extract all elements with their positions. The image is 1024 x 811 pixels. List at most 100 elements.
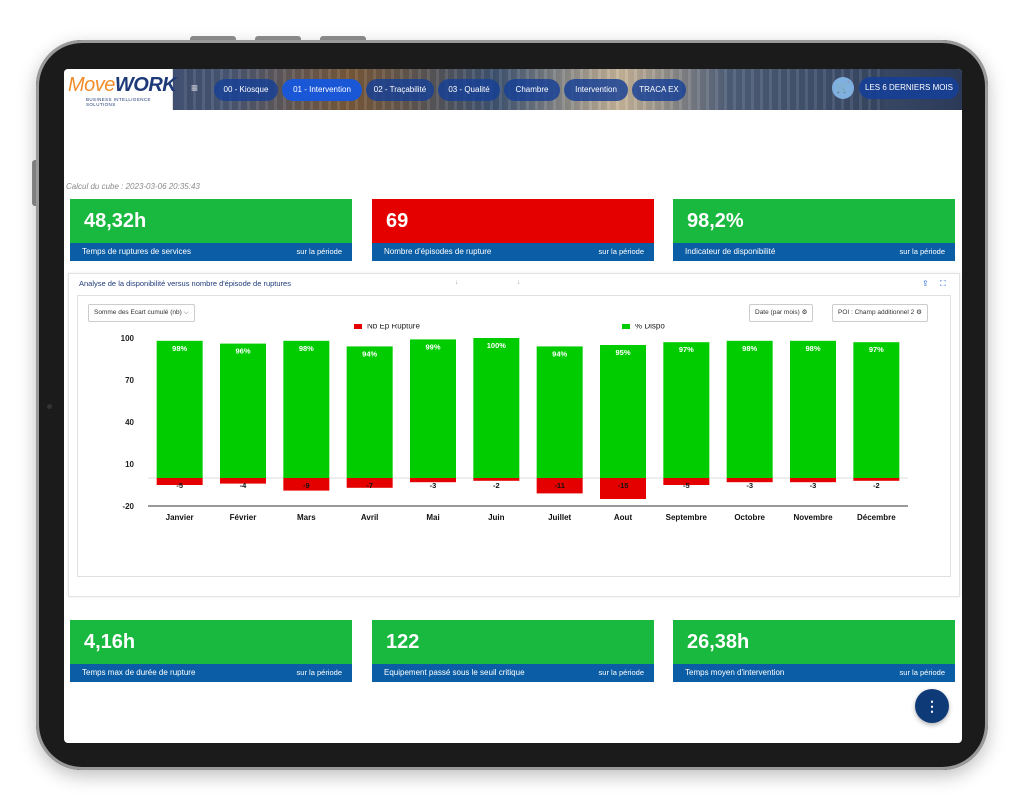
bar-dispo <box>600 345 646 478</box>
x-tick-label: Mars <box>297 513 316 522</box>
chart-panel: Analyse de la disponibilité versus nombr… <box>68 273 960 597</box>
tab-kiosque[interactable]: 00 - Kiosque <box>214 79 278 101</box>
date-select[interactable]: Date (par mois) ⚙ <box>749 304 814 322</box>
chevron-down-icon: ⌵ <box>183 309 189 316</box>
bar-dispo <box>220 343 266 478</box>
data-label-rupture: -3 <box>810 481 817 490</box>
kpi-value: 26,38h <box>687 631 750 653</box>
top-navigation-bar: MoveWORK BUSINESS INTELLIGENCE SOLUTIONS… <box>64 69 962 110</box>
bar-chart: Nb Ep Rupture % Dispo 100 70 40 10 -20 98% -5 Jan… <box>121 324 908 522</box>
legend-label: % Dispo <box>635 324 665 331</box>
kpi-card-rupture-time[interactable]: 48,32h Temps de ruptures de services sur … <box>70 199 352 261</box>
data-label-rupture: -7 <box>366 481 373 490</box>
x-tick-label: Novembre <box>793 513 833 522</box>
data-label-dispo: 98% <box>805 344 820 353</box>
kpi-card-critical-equipment[interactable]: 122 Equipement passé sous le seuil criti… <box>372 620 654 682</box>
hamburger-icon[interactable]: ≡ <box>191 81 198 95</box>
x-tick-label: Juillet <box>548 513 571 522</box>
chart-panel-title: Analyse de la disponibilité versus nombr… <box>79 279 291 288</box>
data-label-dispo: 94% <box>552 349 567 358</box>
kpi-label: Equipement passé sous le seuil critique <box>384 668 525 677</box>
tab-qualite[interactable]: 03 - Qualité <box>438 79 500 101</box>
x-tick-label: Octobre <box>734 513 765 522</box>
x-tick-label: Avril <box>361 513 379 522</box>
kpi-card-rupture-episodes[interactable]: 69 Nombre d'épisodes de rupture sur la pé… <box>372 199 654 261</box>
more-vertical-icon[interactable]: ⋮ <box>915 689 949 723</box>
kpi-value: 69 <box>386 210 409 232</box>
kpi-value-area: 48,32h <box>70 199 352 243</box>
kpi-value: 98,2% <box>687 210 744 232</box>
kpi-card-availability[interactable]: 98,2% Indicateur de disponibilité sur la … <box>673 199 955 261</box>
tablet-camera <box>47 404 52 409</box>
logo-text-work: WORK <box>114 74 177 96</box>
kpi-value: 48,32h <box>84 210 147 232</box>
data-label-dispo: 98% <box>172 344 187 353</box>
kpi-period: sur la période <box>899 668 945 677</box>
y-tick-label: 70 <box>125 376 134 385</box>
logo-tagline: BUSINESS INTELLIGENCE SOLUTIONS <box>86 97 151 107</box>
kpi-period: sur la période <box>598 247 644 256</box>
kpi-label: Temps de ruptures de services <box>82 247 191 256</box>
data-label-dispo: 94% <box>362 349 377 358</box>
data-label-dispo: 95% <box>615 348 630 357</box>
data-label-rupture: -5 <box>176 481 183 490</box>
measure-select[interactable]: Somme des Ecart cumulé (nb) ⌵ <box>88 304 195 322</box>
tab-intervention[interactable]: 01 - Intervention <box>282 79 362 101</box>
data-label-dispo: 97% <box>679 345 694 354</box>
tab-tracabilite[interactable]: 02 - Traçabilité <box>366 79 434 101</box>
bar-dispo <box>790 340 836 478</box>
kpi-period: sur la période <box>296 668 342 677</box>
x-tick-label: Mai <box>426 513 439 522</box>
measure-select-value: Somme des Ecart cumulé (nb) <box>94 309 182 316</box>
tab-traca-ex[interactable]: TRACA EX <box>632 79 686 101</box>
kpi-card-avg-intervention[interactable]: 26,38h Temps moyen d'intervention sur la … <box>673 620 955 682</box>
kpi-period: sur la période <box>598 668 644 677</box>
x-tick-label: Septembre <box>666 513 708 522</box>
logo-text-move: Move <box>68 74 115 96</box>
gear-icon: ⚙ <box>801 309 808 316</box>
kpi-period: sur la période <box>296 247 342 256</box>
export-icon[interactable]: ⇪ <box>922 279 929 288</box>
data-label-dispo: 99% <box>425 342 440 351</box>
bar-dispo <box>853 342 900 478</box>
kpi-value: 4,16h <box>84 631 136 653</box>
cart-icon[interactable]: 🛒 <box>832 77 854 99</box>
kpi-value-area: 26,38h <box>673 620 955 664</box>
data-label-rupture: -9 <box>303 481 310 490</box>
data-label-rupture: -5 <box>683 481 690 490</box>
y-tick-label: -20 <box>122 502 134 511</box>
data-label-rupture: -15 <box>618 481 629 490</box>
bar-dispo <box>346 346 393 478</box>
kpi-period: sur la période <box>899 247 945 256</box>
data-label-rupture: -3 <box>746 481 753 490</box>
kpi-label: Indicateur de disponibilité <box>685 247 776 256</box>
axis-marker: ↓ <box>517 280 520 286</box>
poi-select[interactable]: POI : Champ additionnel 2 ⚙ <box>832 304 928 322</box>
tab-chambre[interactable]: Chambre <box>504 79 560 101</box>
data-label-rupture: -2 <box>873 481 880 490</box>
fullscreen-icon[interactable]: ⛶ <box>940 279 946 289</box>
kpi-value: 122 <box>386 631 420 653</box>
app-logo[interactable]: MoveWORK BUSINESS INTELLIGENCE SOLUTIONS <box>64 69 177 110</box>
kpi-value-area: 4,16h <box>70 620 352 664</box>
x-tick-label: Février <box>230 513 257 522</box>
chart-container: Somme des Ecart cumulé (nb) ⌵ Date (par … <box>77 295 951 577</box>
data-label-rupture: -3 <box>430 481 437 490</box>
bar-dispo <box>663 342 710 478</box>
kpi-label: Temps max de durée de rupture <box>82 668 196 677</box>
gear-icon: ⚙ <box>916 309 922 316</box>
data-label-rupture: -11 <box>554 481 564 490</box>
legend-swatch <box>622 324 630 329</box>
tab-intervention-2[interactable]: Intervention <box>564 79 628 101</box>
x-tick-label: Décembre <box>857 513 896 522</box>
data-label-dispo: 98% <box>742 344 757 353</box>
bar-dispo <box>473 338 520 478</box>
kpi-card-max-rupture-duration[interactable]: 4,16h Temps max de durée de rupture sur l… <box>70 620 352 682</box>
period-button[interactable]: LES 6 DERNIERS MOIS <box>859 77 959 99</box>
data-label-dispo: 98% <box>299 344 314 353</box>
x-tick-label: Aout <box>614 513 633 522</box>
bar-dispo <box>410 339 456 478</box>
kpi-value-area: 98,2% <box>673 199 955 243</box>
legend-label: Nb Ep Rupture <box>367 324 420 331</box>
data-label-dispo: 100% <box>487 341 507 350</box>
